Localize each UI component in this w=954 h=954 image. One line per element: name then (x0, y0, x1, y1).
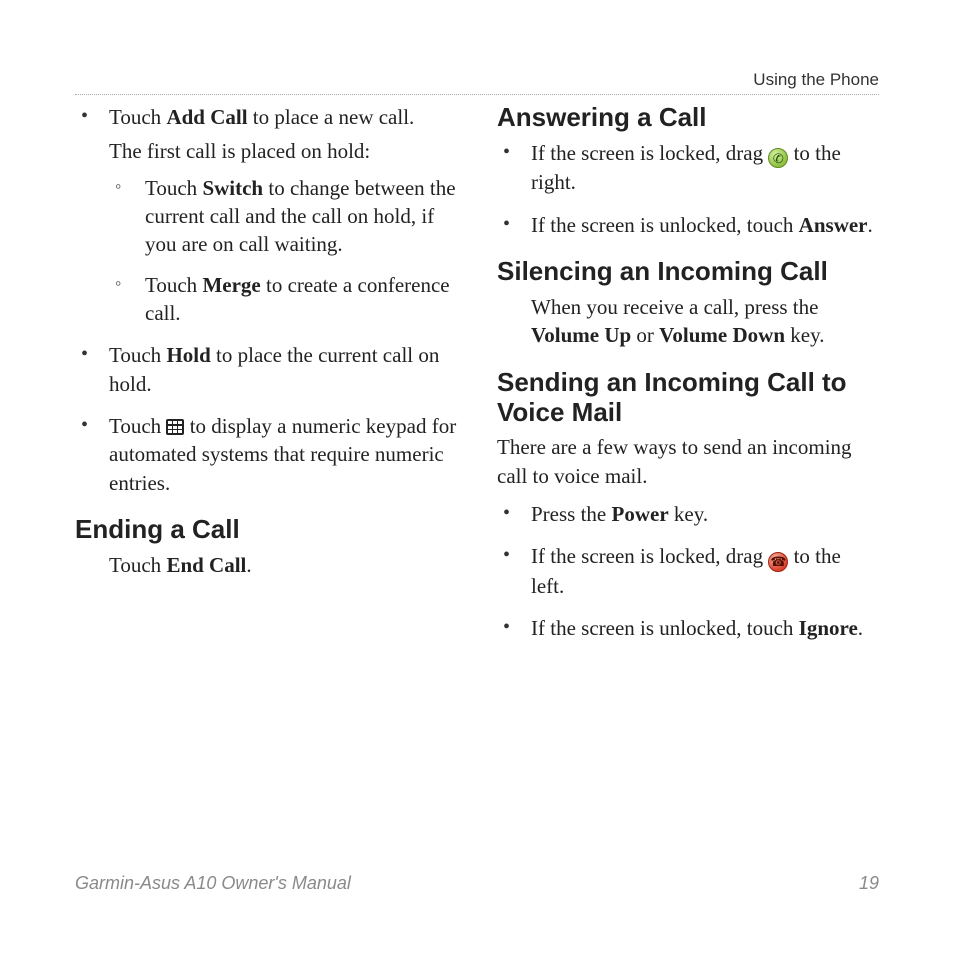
bold-text: End Call (166, 553, 246, 577)
text: If the screen is unlocked, touch (531, 616, 799, 640)
bold-text: Add Call (166, 105, 247, 129)
text: Touch (109, 414, 166, 438)
text: . (858, 616, 863, 640)
manual-page: Using the Phone Touch Add Call to place … (0, 0, 954, 954)
list-item: Touch Merge to create a conference call. (109, 271, 457, 328)
left-column: Touch Add Call to place a new call. The … (75, 103, 457, 657)
reject-call-icon: ☎ (768, 552, 788, 572)
list-item: Touch Add Call to place a new call. The … (75, 103, 457, 327)
bold-text: Ignore (799, 616, 858, 640)
list-item: Touch Switch to change between the curre… (109, 174, 457, 259)
text: to place a new call. (248, 105, 415, 129)
keypad-icon (166, 419, 184, 435)
list-item: Touch to display a numeric keypad for au… (75, 412, 457, 497)
text: Touch (145, 273, 202, 297)
header-divider (75, 94, 879, 95)
list-item: If the screen is locked, drag ✆ to the r… (497, 139, 879, 197)
heading-answering-call: Answering a Call (497, 103, 879, 133)
content-columns: Touch Add Call to place a new call. The … (75, 103, 879, 657)
sub-list: Touch Switch to change between the curre… (109, 174, 457, 328)
ending-call-text: Touch End Call. (75, 551, 457, 579)
text: Touch (109, 105, 166, 129)
answer-call-icon: ✆ (768, 148, 788, 168)
voicemail-list: Press the Power key. If the screen is lo… (497, 500, 879, 643)
left-bullet-list: Touch Add Call to place a new call. The … (75, 103, 457, 497)
manual-title: Garmin-Asus A10 Owner's Manual (75, 873, 351, 894)
page-number: 19 (859, 873, 879, 894)
text: Touch (145, 176, 202, 200)
bold-text: Volume Up (531, 323, 631, 347)
list-item: If the screen is unlocked, touch Ignore. (497, 614, 879, 642)
bold-text: Power (612, 502, 669, 526)
text: When you receive a call, press the (531, 295, 818, 319)
voicemail-intro: There are a few ways to send an incoming… (497, 433, 879, 490)
answering-list: If the screen is locked, drag ✆ to the r… (497, 139, 879, 239)
heading-silencing-call: Silencing an Incoming Call (497, 257, 879, 287)
text: Press the (531, 502, 612, 526)
text: . (868, 213, 873, 237)
silencing-text: When you receive a call, press the Volum… (497, 293, 879, 350)
text: key. (785, 323, 824, 347)
text: If the screen is locked, drag (531, 141, 768, 165)
text: If the screen is unlocked, touch (531, 213, 799, 237)
heading-voicemail: Sending an Incoming Call to Voice Mail (497, 368, 879, 428)
text: or (631, 323, 659, 347)
bold-text: Volume Down (659, 323, 785, 347)
text: Touch (109, 343, 166, 367)
list-item: If the screen is locked, drag ☎ to the l… (497, 542, 879, 600)
page-footer: Garmin-Asus A10 Owner's Manual 19 (75, 873, 879, 894)
text: Touch (109, 553, 166, 577)
bold-text: Merge (202, 273, 260, 297)
right-column: Answering a Call If the screen is locked… (497, 103, 879, 657)
heading-ending-call: Ending a Call (75, 515, 457, 545)
bold-text: Switch (202, 176, 263, 200)
list-item: Press the Power key. (497, 500, 879, 528)
bold-text: Answer (799, 213, 868, 237)
note-text: The first call is placed on hold: (109, 137, 457, 165)
text: If the screen is locked, drag (531, 544, 768, 568)
section-header: Using the Phone (75, 70, 879, 90)
text: . (246, 553, 251, 577)
list-item: If the screen is unlocked, touch Answer. (497, 211, 879, 239)
list-item: Touch Hold to place the current call on … (75, 341, 457, 398)
bold-text: Hold (166, 343, 210, 367)
text: key. (669, 502, 708, 526)
